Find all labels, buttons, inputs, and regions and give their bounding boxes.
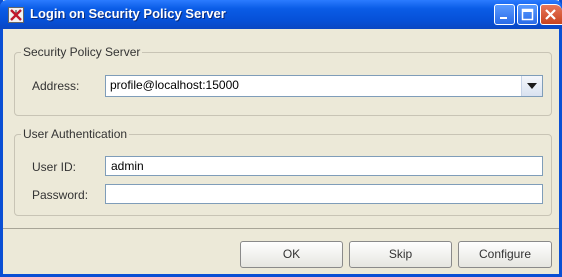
minimize-button[interactable] <box>494 4 515 25</box>
configure-button[interactable]: Configure <box>458 241 552 268</box>
login-dialog: Login on Security Policy Server Security… <box>0 0 562 277</box>
close-button[interactable] <box>540 4 562 25</box>
maximize-button[interactable] <box>517 4 538 25</box>
address-label: Address: <box>32 79 80 93</box>
minimize-icon <box>500 17 507 19</box>
button-divider <box>3 228 559 229</box>
userid-label: User ID: <box>32 160 77 174</box>
maximize-icon <box>521 8 534 21</box>
ok-button[interactable]: OK <box>240 241 343 268</box>
dialog-content: Security Policy Server Address: profile@… <box>3 29 559 274</box>
password-label: Password: <box>32 188 89 202</box>
skip-button[interactable]: Skip <box>349 241 452 268</box>
address-dropdown-button[interactable] <box>521 76 542 96</box>
chevron-down-icon <box>527 83 537 89</box>
window-title: Login on Security Policy Server <box>30 6 226 21</box>
userid-field[interactable] <box>105 156 543 176</box>
security-policy-server-group: Security Policy Server Address: profile@… <box>14 45 552 116</box>
user-authentication-group: User Authentication User ID: Password: <box>14 127 552 216</box>
group-title-server: Security Policy Server <box>21 45 143 59</box>
close-icon <box>545 9 556 20</box>
password-field[interactable] <box>105 184 543 204</box>
group-title-auth: User Authentication <box>21 127 130 141</box>
address-combobox[interactable]: profile@localhost:15000 <box>105 75 543 97</box>
title-bar[interactable]: Login on Security Policy Server <box>0 0 562 29</box>
app-icon <box>8 7 24 23</box>
address-value: profile@localhost:15000 <box>110 78 239 92</box>
